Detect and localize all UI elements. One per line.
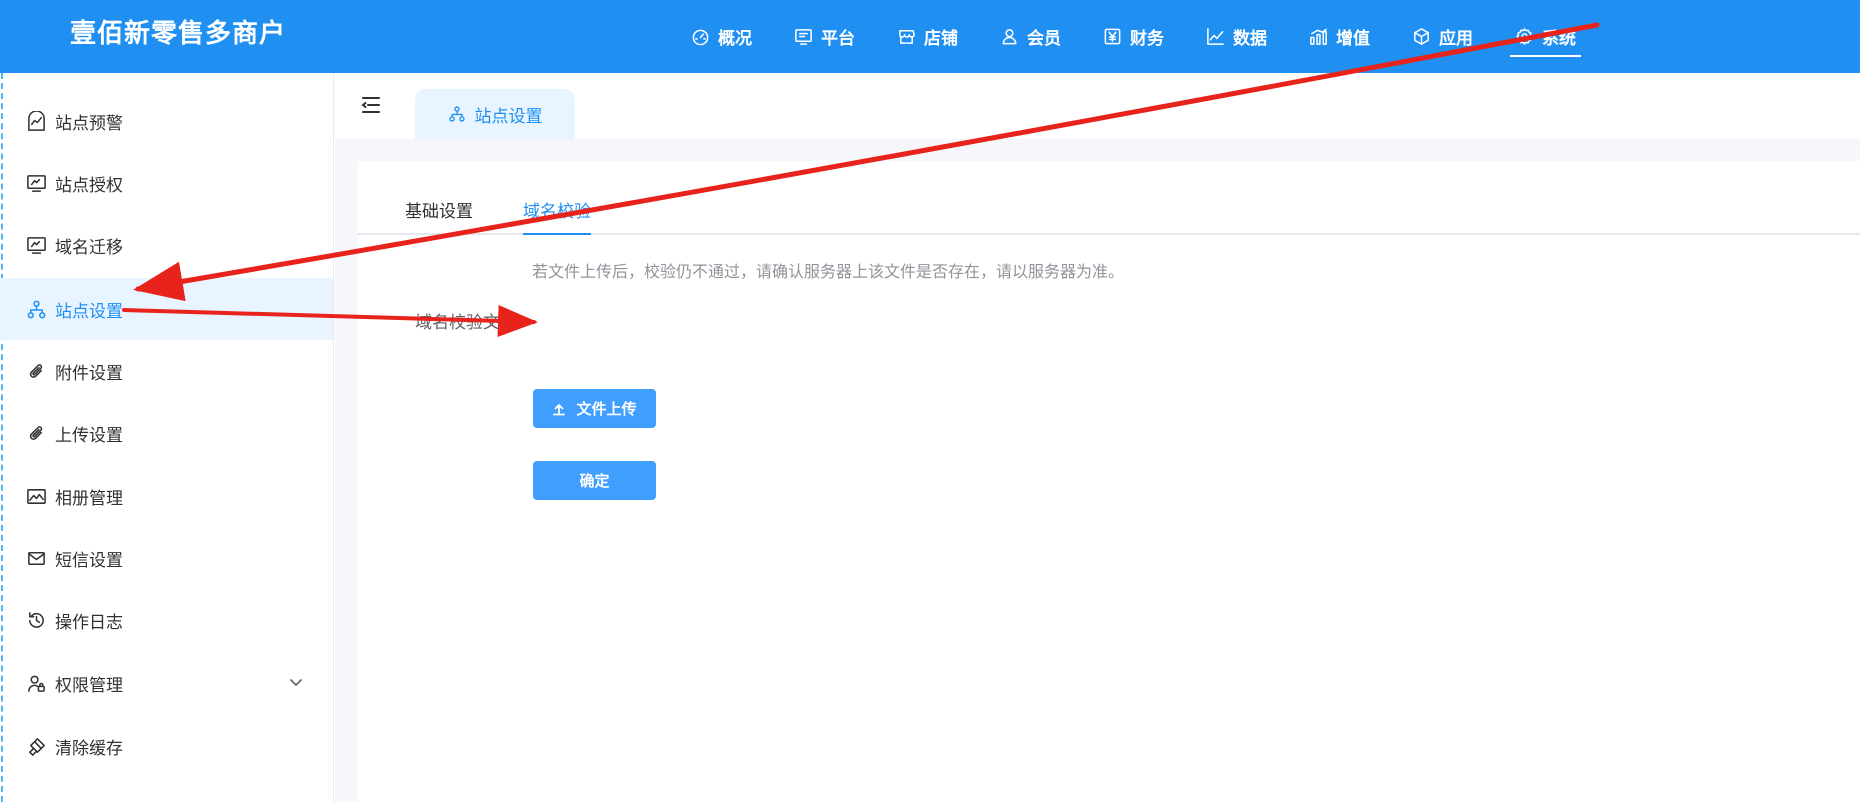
nav-item-overview[interactable]: 概况 — [670, 0, 773, 73]
eraser-icon — [29, 737, 45, 756]
nav-item-label: 财务 — [1130, 29, 1164, 49]
yen-icon — [1104, 28, 1121, 45]
nav-item-label: 会员 — [1027, 29, 1061, 49]
tab-site-settings[interactable]: 站点设置 — [415, 89, 575, 139]
nav-item-label: 数据 — [1233, 29, 1267, 49]
sidebar-item-album-management[interactable]: 相册管理 — [0, 465, 333, 527]
settings-card: 基础设置 域名校验 若文件上传后，校验仍不通过，请确认服务器上该文件是否存在，请… — [358, 161, 1860, 802]
line-chart-icon — [1207, 28, 1224, 45]
top-navbar: 壹佰新零售多商户 概况 平台 店铺 会员 财务 数据 增值 应用 系统 — [0, 0, 1860, 73]
sidebar-item-operation-log[interactable]: 操作日志 — [0, 589, 333, 651]
store-icon — [899, 30, 915, 44]
sidebar-item-label: 操作日志 — [55, 612, 123, 633]
sidebar-item-clear-cache[interactable]: 清除缓存 — [0, 715, 333, 777]
confirm-button-label: 确定 — [579, 473, 610, 490]
monitor-icon — [27, 236, 46, 254]
user-lock-icon — [28, 675, 45, 692]
app-title: 壹佰新零售多商户 — [70, 19, 287, 49]
nav-item-platform[interactable]: 平台 — [773, 0, 876, 73]
paperclip-icon — [29, 363, 43, 378]
sidebar-item-domain-migration[interactable]: 域名迁移 — [0, 214, 333, 276]
settings-subtabs: 基础设置 域名校验 — [358, 197, 1860, 235]
nav-item-label: 系统 — [1542, 29, 1576, 49]
sitemap-icon — [27, 300, 46, 318]
chevron-down-icon[interactable] — [289, 674, 303, 688]
mail-icon — [28, 551, 45, 565]
warning-chart-icon — [28, 110, 45, 131]
user-icon — [1002, 29, 1017, 45]
sidebar-item-site-warning[interactable]: 站点预警 — [0, 90, 333, 152]
sitemap-icon — [448, 106, 465, 122]
sidebar-item-label: 权限管理 — [55, 675, 123, 696]
upload-icon — [553, 403, 566, 415]
history-icon — [29, 611, 44, 628]
nav-item-label: 店铺 — [924, 29, 958, 49]
nav-item-label: 平台 — [821, 29, 855, 49]
nav-item-apps[interactable]: 应用 — [1391, 0, 1494, 73]
bar-chart-icon — [1310, 28, 1327, 45]
dashboard-icon — [692, 29, 709, 46]
sidebar-item-sms-settings[interactable]: 短信设置 — [0, 527, 333, 589]
main-area: 站点设置 基础设置 域名校验 若文件上传后，校验仍不通过，请确认服务器上该文件是… — [335, 73, 1860, 802]
monitor-icon — [27, 174, 46, 192]
sidebar-item-permission-management[interactable]: 权限管理 — [0, 652, 333, 714]
sidebar-item-label: 附件设置 — [55, 363, 123, 384]
paperclip-icon — [29, 425, 43, 440]
sidebar-item-label: 站点设置 — [55, 301, 123, 322]
sidebar-item-label: 短信设置 — [55, 550, 123, 571]
nav-item-finance[interactable]: 财务 — [1082, 0, 1185, 73]
sidebar-item-label: 清除缓存 — [55, 738, 123, 759]
top-nav: 概况 平台 店铺 会员 财务 数据 增值 应用 系统 — [670, 0, 1597, 73]
nav-item-value-added[interactable]: 增值 — [1288, 0, 1391, 73]
monitor-icon — [795, 29, 812, 45]
upload-hint-text: 若文件上传后，校验仍不通过，请确认服务器上该文件是否存在，请以服务器为准。 — [532, 262, 1125, 281]
page-tabbar: 站点设置 — [335, 73, 1860, 139]
collapse-menu-icon[interactable] — [360, 95, 382, 115]
sidebar-item-site-license[interactable]: 站点授权 — [0, 152, 333, 214]
sidebar-item-label: 站点授权 — [55, 175, 123, 196]
nav-item-label: 增值 — [1336, 29, 1370, 49]
sidebar-item-attachment-settings[interactable]: 附件设置 — [0, 340, 333, 402]
tab-label: 站点设置 — [474, 106, 543, 127]
confirm-button[interactable]: 确定 — [533, 461, 656, 500]
sidebar-item-label: 域名迁移 — [55, 237, 123, 258]
nav-item-label: 应用 — [1439, 29, 1473, 49]
box-icon — [1414, 28, 1429, 45]
sidebar-item-site-settings[interactable]: 站点设置 — [0, 278, 333, 340]
sidebar-item-label: 站点预警 — [55, 113, 123, 134]
sidebar-item-label: 相册管理 — [55, 488, 123, 509]
sidebar-item-label: 上传设置 — [55, 425, 123, 446]
domain-file-label: 域名校验文件 — [415, 313, 517, 333]
subtab-domain-verification[interactable]: 域名校验 — [523, 197, 591, 235]
nav-item-data[interactable]: 数据 — [1185, 0, 1288, 73]
nav-item-member[interactable]: 会员 — [979, 0, 1082, 73]
nav-item-system[interactable]: 系统 — [1494, 0, 1597, 73]
gear-icon — [1516, 28, 1533, 45]
upload-button-label: 文件上传 — [576, 401, 637, 418]
sidebar-item-upload-settings[interactable]: 上传设置 — [0, 402, 333, 464]
nav-item-store[interactable]: 店铺 — [876, 0, 979, 73]
sidebar: 站点预警 站点授权 域名迁移 站点设置 附件设置 上传设置 相册管理 短信设置 … — [0, 73, 334, 802]
image-icon — [27, 488, 46, 504]
nav-item-label: 概况 — [718, 29, 752, 49]
file-upload-button[interactable]: 文件上传 — [533, 389, 656, 428]
subtab-basic-settings[interactable]: 基础设置 — [405, 197, 473, 235]
